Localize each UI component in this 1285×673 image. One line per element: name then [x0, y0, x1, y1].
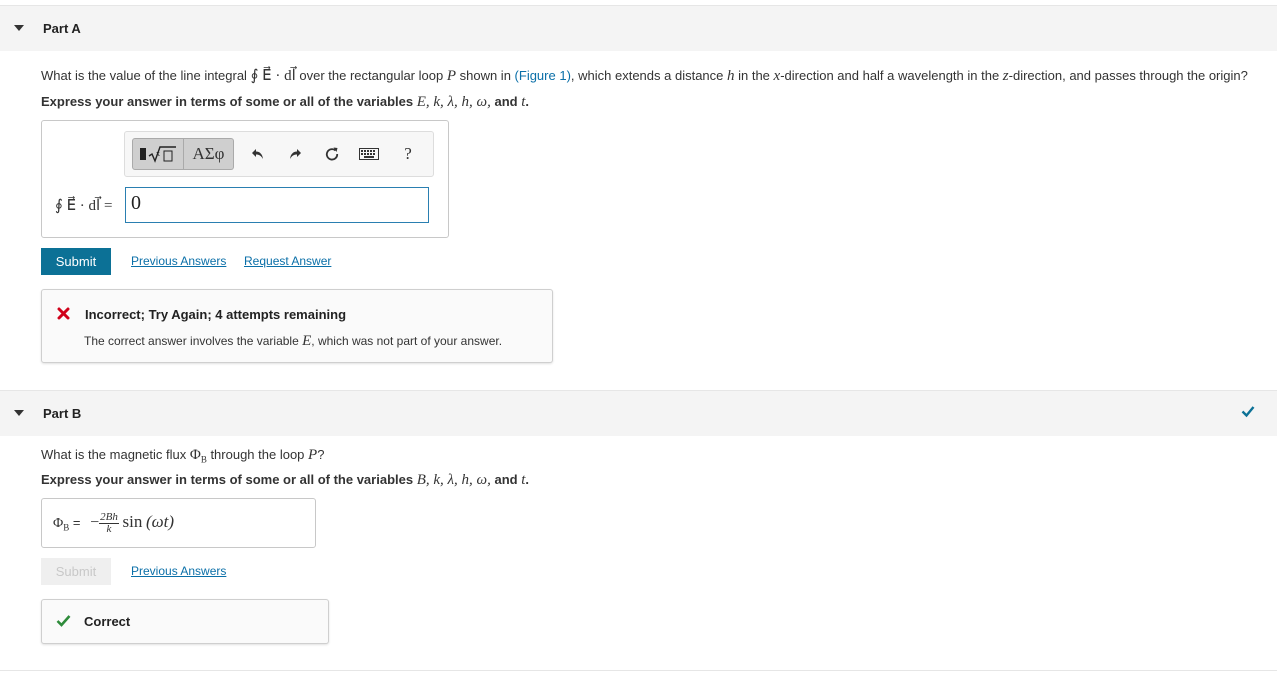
h-var: h: [727, 68, 735, 84]
undo-icon[interactable]: [248, 144, 268, 164]
part-b-previous-answers-link[interactable]: Previous Answers: [131, 564, 226, 578]
sin-argument: (ωt): [145, 512, 175, 531]
request-answer-link[interactable]: Request Answer: [244, 254, 331, 268]
loop-var: P: [446, 68, 456, 84]
feedback-text: , which was not part of your answer.: [311, 334, 503, 348]
feedback-body: The correct answer involves the variable…: [84, 333, 502, 350]
math-toolbar: x ΑΣφ ?: [124, 131, 434, 177]
help-icon[interactable]: ?: [398, 144, 418, 164]
feedback-title: Incorrect; Try Again; 4 attempts remaini…: [85, 307, 347, 322]
feedback-title: Correct: [84, 614, 131, 629]
answer-input[interactable]: 0: [125, 187, 429, 223]
part-b-answer-expression: ΦB = −2Bh k sin (ωt): [53, 512, 174, 535]
loop-var: P: [308, 447, 318, 463]
question-text: ?: [317, 447, 325, 462]
template-group: x ΑΣφ: [132, 138, 234, 170]
sin-function: sin: [122, 512, 143, 531]
instruction-text: Express your answer in terms of some or …: [41, 472, 417, 487]
completed-check-icon: [1241, 406, 1255, 418]
part-b-question: What is the magnetic flux ΦB through the…: [41, 447, 324, 465]
equals-sign: =: [69, 515, 81, 530]
instruction-text: and: [490, 94, 522, 109]
part-a-instruction: Express your answer in terms of some or …: [41, 94, 529, 111]
instruction-vars: E, k, λ, h, ω,: [416, 94, 491, 110]
feedback-text: The correct answer involves the variable: [84, 334, 303, 348]
correct-check-icon: [56, 615, 71, 627]
template-sqrt-icon: x: [140, 146, 176, 163]
question-text: in the: [734, 68, 774, 83]
part-b-submit-button[interactable]: Submit: [41, 558, 111, 585]
question-text: shown in: [456, 68, 515, 83]
part-b-answer-box: ΦB = −2Bh k sin (ωt): [41, 498, 316, 548]
greek-symbols-button[interactable]: ΑΣφ: [184, 138, 234, 170]
part-a-answer-box: x ΑΣφ ? ∮ E⃗ · dl⃗ = 0: [41, 120, 449, 238]
incorrect-x-icon: [57, 307, 70, 320]
part-a-feedback-box: Incorrect; Try Again; 4 attempts remaini…: [41, 289, 553, 363]
fraction: 2Bh k: [99, 512, 119, 535]
bottom-divider: [0, 670, 1277, 671]
part-a-title: Part A: [43, 21, 81, 36]
question-text: over the rectangular loop: [295, 68, 447, 83]
question-text: through the loop: [206, 447, 309, 462]
question-text: What is the magnetic flux: [41, 447, 190, 462]
redo-icon[interactable]: [285, 144, 305, 164]
part-b-instruction: Express your answer in terms of some or …: [41, 472, 529, 489]
question-text: -direction, and passes through the origi…: [1008, 68, 1248, 83]
templates-button[interactable]: x: [132, 138, 184, 170]
collapse-caret-icon[interactable]: [14, 410, 24, 416]
part-a-submit-button[interactable]: Submit: [41, 248, 111, 275]
phi-symbol: Φ: [189, 447, 201, 463]
figure-link[interactable]: (Figure 1): [515, 68, 571, 83]
part-a-question: What is the value of the line integral ∮…: [41, 66, 1248, 85]
svg-text:x: x: [156, 149, 160, 158]
fraction-denominator: k: [106, 523, 112, 536]
equation-label: ∮ E⃗ · dl⃗ =: [55, 198, 113, 214]
instruction-text: and: [490, 472, 522, 487]
reset-icon[interactable]: [322, 144, 342, 164]
phi-symbol: Φ: [53, 516, 64, 531]
part-a-header[interactable]: Part A: [0, 5, 1277, 51]
question-text: What is the value of the line integral: [41, 68, 251, 83]
part-b-title: Part B: [43, 406, 82, 421]
keyboard-icon[interactable]: [359, 144, 379, 164]
collapse-caret-icon[interactable]: [14, 25, 24, 31]
instruction-text: .: [525, 94, 530, 109]
part-b-header[interactable]: Part B: [0, 390, 1277, 436]
instruction-vars: B, k, λ, h, ω,: [416, 472, 491, 488]
part-a-previous-answers-link[interactable]: Previous Answers: [131, 254, 226, 268]
feedback-var: E: [302, 333, 312, 349]
question-text: , which extends a distance: [570, 68, 727, 83]
minus-sign: −: [90, 514, 100, 531]
question-text: -direction and half a wavelength in the: [780, 68, 1003, 83]
instruction-text: .: [525, 472, 530, 487]
line-integral-expr: ∮ E⃗ · dl⃗: [250, 68, 296, 84]
part-b-feedback-box: Correct: [41, 599, 329, 644]
instruction-text: Express your answer in terms of some or …: [41, 94, 417, 109]
